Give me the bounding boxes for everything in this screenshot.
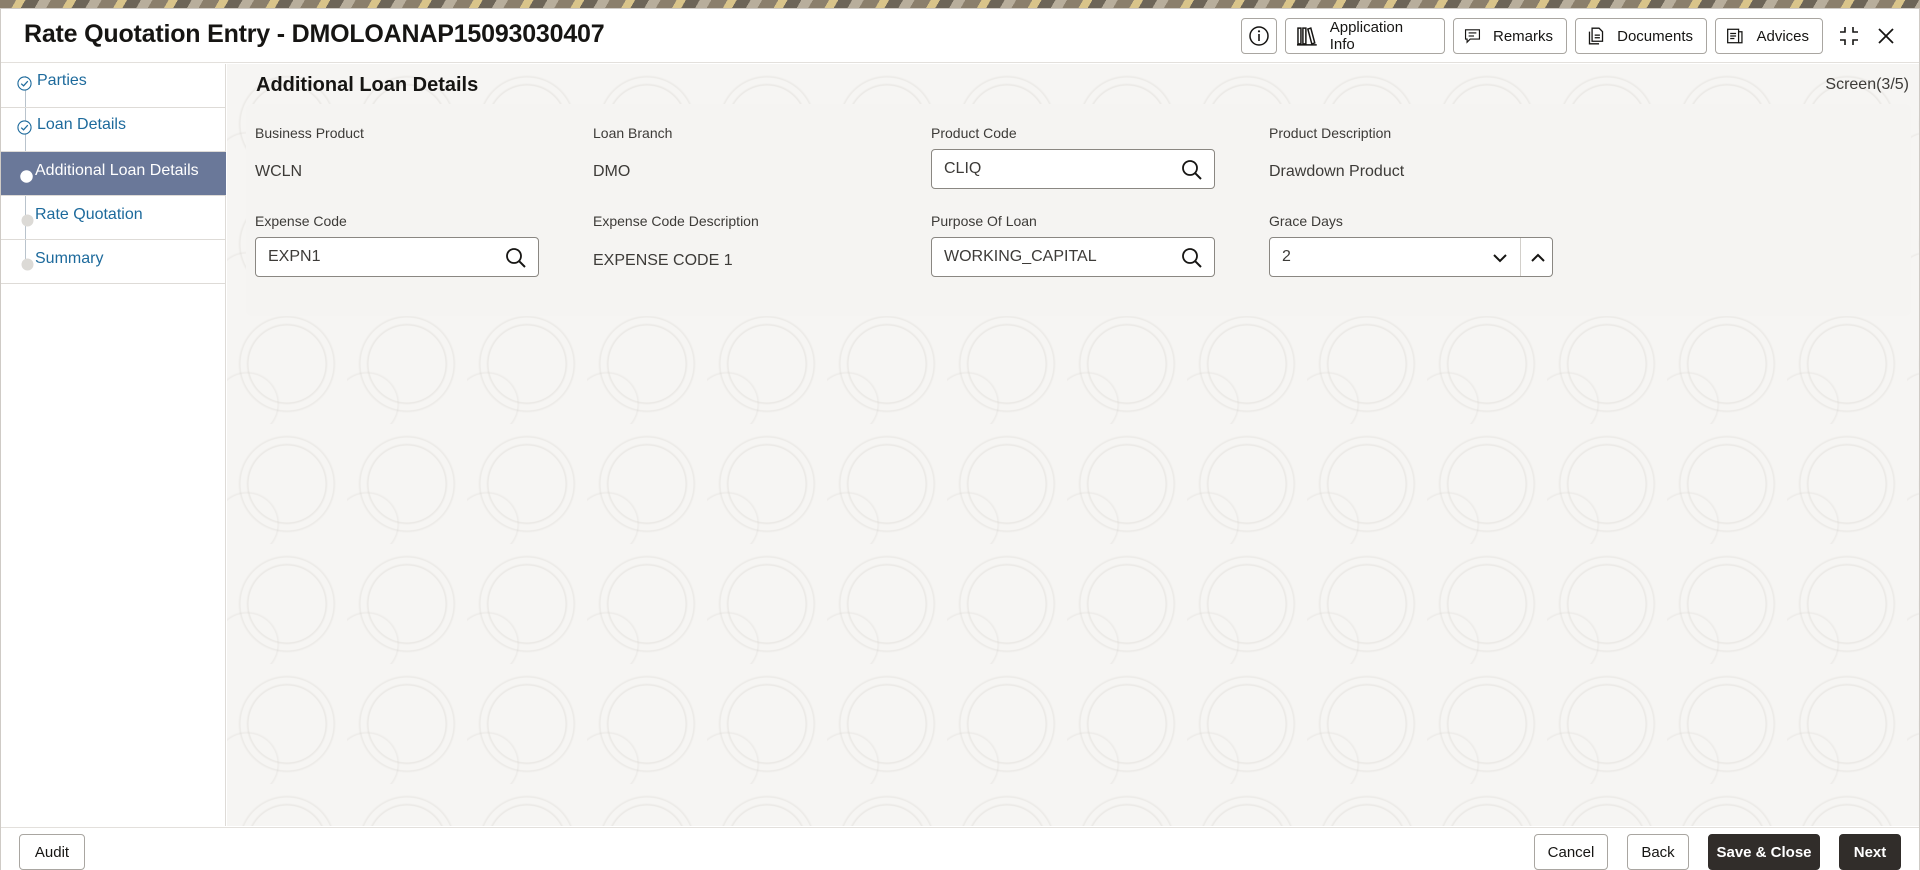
info-icon [1249, 26, 1269, 46]
pending-step-icon [21, 214, 34, 227]
documents-label: Documents [1617, 27, 1693, 45]
sidebar-item-additional-loan-details[interactable]: Additional Loan Details [1, 152, 226, 196]
product-code-value: CLIQ [944, 160, 982, 177]
maximize-icon [1840, 27, 1858, 45]
product-description-label: Product Description [1269, 125, 1392, 141]
remarks-label: Remarks [1492, 27, 1553, 45]
check-circle-icon [17, 120, 32, 135]
application-info-icon [1296, 27, 1317, 46]
grace-days-value: 2 [1282, 248, 1291, 265]
pending-step-icon [21, 258, 34, 271]
documents-icon [1588, 27, 1604, 45]
expense-code-value: EXPN1 [268, 248, 321, 265]
back-button[interactable]: Back [1627, 834, 1689, 870]
expense-code-description-value: EXPENSE CODE 1 [593, 252, 733, 269]
audit-button[interactable]: Audit [19, 834, 85, 870]
sidebar-item-loan-details[interactable]: Loan Details [1, 108, 226, 152]
loan-branch-value: DMO [593, 163, 631, 180]
check-circle-icon [17, 76, 32, 91]
product-description-value: Drawdown Product [1269, 163, 1405, 180]
train-stop-sidebar: Parties Loan Details Additional Loan Det… [1, 64, 226, 826]
sidebar-item-label: Summary [35, 250, 104, 267]
advices-label: Advices [1756, 27, 1809, 45]
remarks-button[interactable]: Remarks [1453, 18, 1567, 54]
screen-indicator: Screen(3/5) [1825, 76, 1909, 93]
chevron-up-icon[interactable] [1526, 246, 1550, 270]
footer-toolbar: Audit Cancel Back Save & Close Next [1, 827, 1919, 870]
business-product-value: WCLN [255, 163, 303, 180]
advices-button[interactable]: Advices [1715, 18, 1823, 54]
sidebar-item-summary[interactable]: Summary [1, 240, 226, 284]
product-code-label: Product Code [931, 125, 1017, 141]
next-button[interactable]: Next [1839, 834, 1901, 870]
remarks-icon [1464, 29, 1481, 44]
close-icon [1878, 28, 1894, 44]
close-button[interactable] [1874, 24, 1898, 48]
save-close-button[interactable]: Save & Close [1708, 834, 1820, 870]
purpose-of-loan-input[interactable]: WORKING_CAPITAL [931, 237, 1215, 277]
background-strip [0, 0, 1920, 8]
sidebar-item-parties[interactable]: Parties [1, 64, 226, 108]
page-title: Rate Quotation Entry - DMOLOANAP15093030… [24, 20, 605, 48]
expense-code-description-label: Expense Code Description [593, 213, 759, 229]
chevron-down-icon[interactable] [1488, 246, 1512, 270]
search-icon[interactable] [1180, 158, 1204, 182]
sidebar-item-label: Parties [37, 72, 87, 89]
product-code-input[interactable]: CLIQ [931, 149, 1215, 189]
sidebar-item-label: Rate Quotation [35, 206, 143, 223]
purpose-of-loan-label: Purpose Of Loan [931, 213, 1037, 229]
active-step-icon [20, 170, 33, 183]
search-icon[interactable] [1180, 246, 1204, 270]
loan-details-panel: Business Product WCLN Loan Branch DMO Pr… [246, 104, 1911, 316]
stepper-divider [1520, 238, 1521, 276]
info-button[interactable] [1241, 18, 1277, 54]
maximize-button[interactable] [1837, 24, 1861, 48]
business-product-label: Business Product [255, 125, 364, 141]
window-header: Rate Quotation Entry - DMOLOANAP15093030… [1, 9, 1919, 63]
sidebar-item-label: Additional Loan Details [35, 162, 199, 179]
main-content: Additional Loan Details Screen(3/5) Busi… [227, 64, 1919, 826]
grace-days-stepper[interactable]: 2 [1269, 237, 1553, 277]
purpose-of-loan-value: WORKING_CAPITAL [944, 248, 1097, 265]
application-info-label: Application Info [1329, 19, 1404, 53]
sidebar-item-label: Loan Details [37, 116, 126, 133]
documents-button[interactable]: Documents [1575, 18, 1707, 54]
advices-icon [1727, 28, 1743, 44]
loan-branch-label: Loan Branch [593, 125, 673, 141]
section-title: Additional Loan Details [256, 74, 479, 96]
grace-days-label: Grace Days [1269, 213, 1343, 229]
application-info-button[interactable]: Application Info [1285, 18, 1445, 54]
expense-code-label: Expense Code [255, 213, 347, 229]
cancel-button[interactable]: Cancel [1534, 834, 1608, 870]
expense-code-input[interactable]: EXPN1 [255, 237, 539, 277]
search-icon[interactable] [504, 246, 528, 270]
rate-quotation-window: Rate Quotation Entry - DMOLOANAP15093030… [0, 8, 1920, 870]
sidebar-item-rate-quotation[interactable]: Rate Quotation [1, 196, 226, 240]
